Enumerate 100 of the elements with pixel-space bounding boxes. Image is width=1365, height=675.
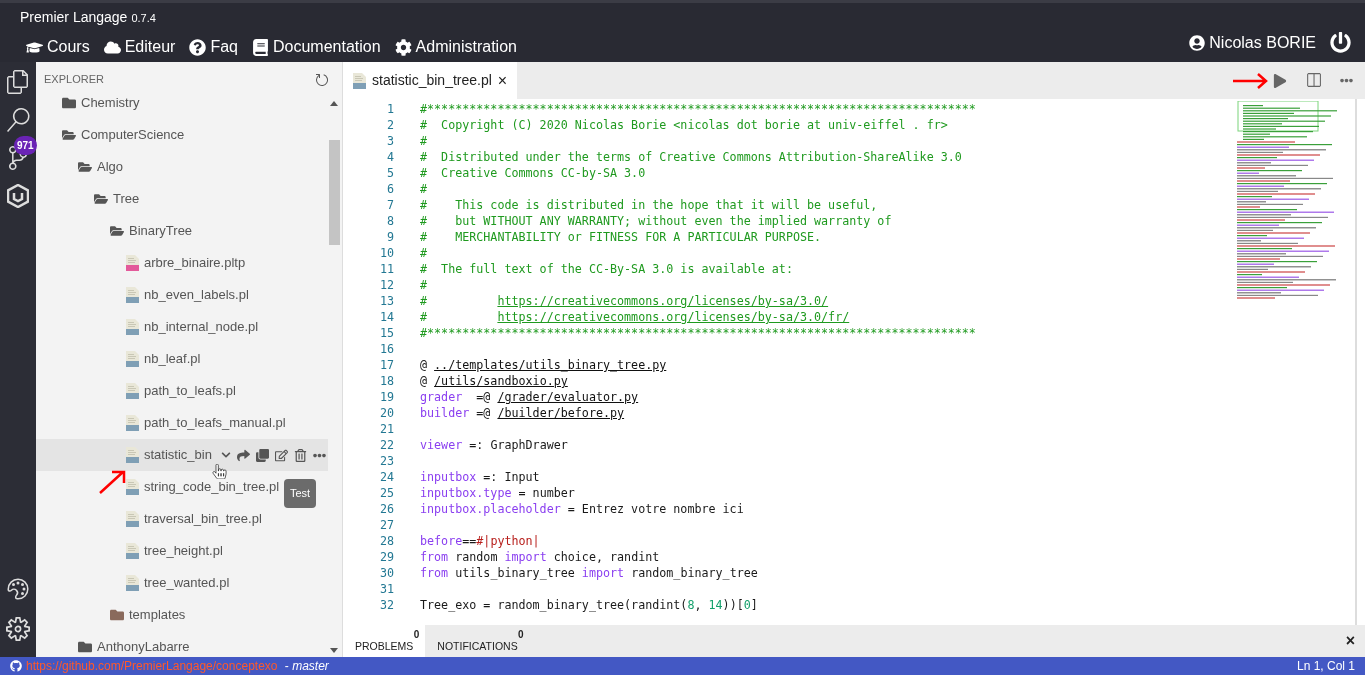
nav-link[interactable]: Faq (189, 35, 238, 59)
code-line: inputbox.type = number (420, 485, 575, 501)
line-number: 16 (378, 341, 394, 357)
tree-item[interactable]: BinaryTree (129, 221, 193, 241)
copy-icon[interactable] (255, 448, 269, 462)
tab-label: statistic_bin_tree.pl (372, 71, 492, 90)
tree-item[interactable]: nb_even_labels.pl (144, 285, 249, 305)
play-icon[interactable] (1273, 73, 1287, 88)
close-panel-button[interactable]: × (1335, 625, 1365, 657)
line-number: 23 (378, 453, 394, 469)
tree-item[interactable]: ComputerScience (81, 125, 185, 145)
file-icon (353, 72, 366, 89)
code-line: # Creative Commons CC-by-SA 3.0 (420, 165, 646, 181)
scroll-up-icon[interactable] (330, 101, 338, 106)
line-number: 7 (385, 197, 394, 213)
file-icon (126, 575, 139, 591)
gear-icon (394, 38, 412, 56)
hand-cursor-icon (212, 464, 227, 479)
search-icon[interactable] (6, 108, 30, 132)
file-icon (126, 319, 139, 335)
line-number: 25 (378, 485, 394, 501)
tree-item[interactable]: Tree (113, 189, 140, 209)
line-number: 27 (378, 517, 394, 533)
code-line: #****************************************************************************** (420, 325, 976, 341)
tree-item[interactable]: traversal_bin_tree.pl (144, 509, 262, 529)
refresh-icon[interactable] (314, 71, 330, 88)
line-number: 28 (378, 533, 394, 549)
line-number: 10 (378, 245, 394, 261)
line-number: 6 (385, 181, 394, 197)
code-line: before==#|python| (420, 533, 540, 549)
code-line: # MERCHANTABILITY or FITNESS FOR A PARTICULAR PURPOSE. (420, 229, 822, 245)
tree-item[interactable]: nb_internal_node.pl (144, 317, 259, 337)
cursor-position: Ln 1, Col 1 (1296, 658, 1355, 675)
panel-tab-label: NOTIFICATIONS (437, 640, 518, 653)
line-number: 26 (378, 501, 394, 517)
scrollbar-thumb[interactable] (328, 140, 340, 245)
line-number: 9 (385, 229, 394, 245)
close-tab-button[interactable]: × (497, 68, 508, 93)
code-line: # (420, 277, 428, 293)
nav-link[interactable]: Editeur (103, 35, 176, 59)
code-line: # https://creativecommons.org/licenses/by-sa/3.0/ (420, 293, 829, 309)
scroll-down-icon[interactable] (330, 648, 338, 653)
tree-item[interactable]: nb_leaf.pl (144, 349, 201, 369)
line-number: 13 (378, 293, 394, 309)
power-icon[interactable] (1330, 32, 1351, 53)
line-number: 2 (385, 117, 394, 133)
settings-icon[interactable] (6, 617, 30, 641)
line-number: 8 (385, 213, 394, 229)
tree-item[interactable]: tree_wanted.pl (144, 573, 230, 593)
code-line: # Copyright (C) 2020 Nicolas Borie <nicolas dot borie at univ-eiffel . fr> (420, 117, 948, 133)
chevron-icon[interactable] (220, 450, 231, 460)
user-menu[interactable]: Nicolas BORIE (1189, 30, 1316, 55)
share-icon[interactable] (236, 448, 250, 462)
tree-item[interactable]: Chemistry (81, 97, 140, 113)
tooltip: Test (284, 479, 317, 508)
line-number: 24 (378, 469, 394, 485)
nav-link[interactable]: Cours (26, 35, 90, 59)
code-line: Tree_exo = random_binary_tree(randint(8, 14))[0] (420, 597, 758, 613)
panel-tab-label: PROBLEMS (355, 640, 414, 653)
tree-item-label: statistic_bin (144, 446, 212, 465)
code-line: inputbox =: Input (420, 469, 540, 485)
file-icon (126, 447, 139, 463)
tree-item[interactable]: templates (129, 605, 186, 625)
file-icon (126, 287, 139, 303)
editor-tab[interactable]: statistic_bin_tree.pl × (343, 62, 518, 99)
tree-item[interactable]: Algo (97, 157, 124, 177)
code-line: # This code is distributed in the hope that it will be useful, (420, 197, 878, 213)
line-number: 20 (378, 405, 394, 421)
tree-item[interactable]: arbre_binaire.pltp (144, 253, 246, 273)
code-line: viewer =: GraphDrawer (420, 437, 568, 453)
tree-item[interactable]: AnthonyLabarre (97, 637, 190, 657)
palette-icon[interactable] (6, 577, 30, 601)
line-number: 3 (385, 133, 394, 149)
tree-item[interactable]: statistic_bin (36, 439, 328, 471)
nav-link[interactable]: Documentation (251, 35, 381, 59)
file-icon (126, 383, 139, 399)
code-line: builder =@ /builder/before.py (420, 405, 625, 421)
code-line: @ /utils/sandboxio.py (420, 373, 568, 389)
tree-item[interactable]: path_to_leafs.pl (144, 381, 236, 401)
code-line: # https://creativecommons.org/licenses/by-sa/3.0/fr/ (420, 309, 850, 325)
tree-item[interactable]: string_code_bin_tree.pl (144, 477, 280, 497)
nav-link[interactable]: Administration (394, 35, 517, 59)
line-number: 29 (378, 549, 394, 565)
book-icon (251, 38, 269, 56)
line-number: 31 (378, 581, 394, 597)
line-number: 22 (378, 437, 394, 453)
files-icon[interactable] (6, 70, 30, 94)
split-editor-icon[interactable] (1305, 72, 1322, 89)
trash-icon[interactable] (293, 448, 307, 462)
file-icon (126, 511, 139, 527)
cube-logo-icon[interactable] (7, 184, 29, 208)
line-number: 17 (378, 357, 394, 373)
tree-item[interactable]: path_to_leafs_manual.pl (144, 413, 286, 433)
tree-item[interactable]: tree_height.pl (144, 541, 223, 561)
edit-icon[interactable] (274, 448, 288, 462)
panel-tab[interactable]: 0 NOTIFICATIONS (425, 625, 530, 657)
minimap-scrollbar[interactable] (1355, 99, 1357, 625)
panel-tab[interactable]: 0 PROBLEMS (343, 625, 426, 657)
badge: 971 (14, 136, 37, 155)
line-number: 4 (385, 149, 394, 165)
